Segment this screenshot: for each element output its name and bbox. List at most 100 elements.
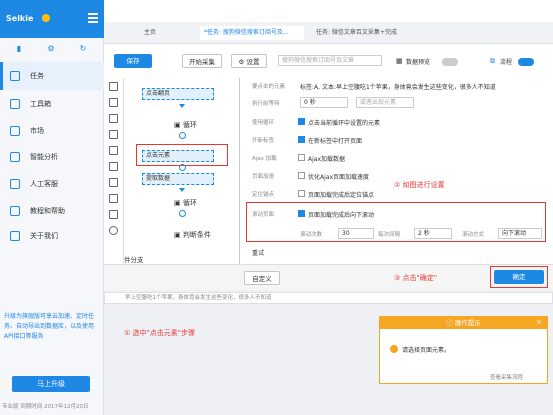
clipboard-icon[interactable]: ▮ (12, 44, 26, 58)
loop-start-icon (179, 210, 186, 217)
new-tab-label: 开新标签 (252, 138, 275, 144)
settings-panel: 要点击的元素 标签:A, 文本:早上空腹吃1个苹果，身体竟会发生这些变化，很多人… (244, 78, 549, 264)
tab-task-sogou[interactable]: *任务: 搜狗微信搜索订阅号及... (200, 26, 304, 40)
gear-icon[interactable]: ⚙ (44, 44, 58, 58)
sidebar: Selkie ▮ ⚙ ↻ 任务 工具箱 市场 智能分析 人工客服 教程和帮助 关… (0, 0, 104, 415)
tip-flow-link[interactable]: 查看采集流程 (490, 373, 523, 381)
flow-step-click-page[interactable]: 点击翻页 (142, 88, 214, 100)
anchor-label: 定位锚点 (252, 192, 275, 198)
loop-icon[interactable] (109, 162, 118, 171)
custom-button[interactable]: 自定义 (244, 271, 280, 285)
speed-label: 页面加速 (252, 174, 275, 180)
ok-button[interactable]: 确定 (494, 270, 544, 284)
tip-text: 请选择页面元素。 (402, 347, 451, 354)
flow-toggle[interactable] (518, 58, 534, 66)
promo-text: 升级为旗舰版可享云加速、定时任务、自动导出到数据库，以及使用API接口等服务 (4, 313, 95, 340)
scroll-mode-label: 滚动方式 (462, 232, 485, 238)
arrow-down-icon (179, 188, 185, 192)
sidebar-item-label: 关于我们 (30, 232, 58, 240)
upgrade-button[interactable]: 马上升级 (12, 376, 90, 392)
wait-element-input[interactable]: 或者出现元素 (356, 97, 414, 108)
scroll-label: 滚动页面 (252, 212, 275, 218)
close-icon[interactable]: × (536, 318, 542, 326)
tab-task-wechat[interactable]: 任务: 微信文章百文采集+完成 (312, 26, 432, 40)
menu-icon[interactable] (88, 13, 98, 23)
anchor-checkbox[interactable] (298, 190, 305, 197)
branch-label: 件分支 (124, 256, 144, 264)
brand-bar: Selkie (0, 0, 104, 38)
mouse-icon[interactable] (109, 194, 118, 203)
crown-icon (42, 14, 50, 22)
speed-checkbox[interactable] (298, 172, 305, 179)
tip-title: 操作提示 (454, 319, 481, 327)
interval-select[interactable]: 2 秒 (414, 228, 452, 239)
flow-panel: 点击翻页 ▣ 循环 点击元素 提取数据 ▣ 循环 ▣ 判断条件 件分支 (124, 78, 240, 268)
extract-icon[interactable] (109, 114, 118, 123)
tab-home[interactable]: 主页 (144, 26, 174, 40)
wait-select[interactable]: 0 秒 (300, 97, 348, 108)
toolbox-icon (10, 99, 20, 109)
task-icon (10, 71, 20, 81)
cursor-icon[interactable] (109, 210, 118, 219)
stop-icon[interactable] (109, 226, 118, 235)
sidebar-item-label: 工具箱 (30, 100, 51, 108)
scroll-times-label: 滚动次数 (300, 232, 323, 238)
flow-label: 流程 (500, 59, 513, 66)
chart-icon (10, 152, 20, 162)
refresh-icon[interactable]: ↻ (76, 44, 90, 58)
sidebar-item-label: 任务 (30, 72, 44, 80)
annotation-step-2: ② 如图进行设置 (394, 181, 445, 189)
sidebar-item-label: 教程和帮助 (30, 207, 65, 215)
warning-icon (390, 345, 398, 353)
use-loop-checkbox[interactable] (298, 118, 305, 125)
search-input[interactable]: 搜狗微信搜索订阅号及文章 (278, 55, 382, 66)
flow-step-extract[interactable]: 提取数据 (142, 173, 214, 185)
tip-header: ⓘ 操作提示 (380, 317, 547, 329)
info-icon: ⓘ (446, 319, 455, 327)
start-collect-button[interactable]: 开始采集 (182, 54, 222, 68)
sidebar-item-support[interactable]: 人工客服 (0, 170, 104, 198)
retry-section[interactable]: 重试 (252, 248, 264, 257)
loop-start-icon (179, 132, 186, 139)
flow-step-loop[interactable]: ▣ 循环 (174, 120, 197, 130)
sidebar-item-about[interactable]: 关于我们 (0, 222, 104, 250)
sidebar-item-task[interactable]: 任务 (0, 62, 104, 90)
market-icon (10, 126, 20, 136)
sidebar-item-analysis[interactable]: 智能分析 (0, 143, 104, 171)
flow-step-label: 循环 (182, 199, 197, 207)
sidebar-item-toolbox[interactable]: 工具箱 (0, 90, 104, 118)
toolbar: 保存 开始采集 ⚙ 设置 搜狗微信搜索订阅号及文章 ▦ 数据预览 ⧉ 流程 (104, 48, 553, 74)
settings-button[interactable]: ⚙ 设置 (231, 54, 267, 68)
bottom-bar: 自定义 ③ 点击"确定" 确定 (104, 264, 553, 290)
flow-step-click-element[interactable]: 点击元素 (142, 150, 214, 162)
new-tab-checkbox[interactable] (298, 136, 305, 143)
browser-icon[interactable] (109, 82, 118, 91)
app-name: Selkie (6, 14, 34, 23)
sidebar-item-market[interactable]: 市场 (0, 117, 104, 145)
ajax-checkbox[interactable] (298, 154, 305, 161)
save-button[interactable]: 保存 (114, 54, 152, 68)
scroll-checkbox[interactable] (298, 210, 305, 217)
scroll-mode-select[interactable]: 向下滚动 (498, 228, 542, 239)
branch-icon[interactable] (109, 178, 118, 187)
flow-step-loop-2[interactable]: ▣ 循环 (174, 198, 197, 208)
annotation-step-1: ① 选中"点击元素"步骤 (124, 329, 195, 337)
url-bar[interactable]: 早上空腹吃1个苹果，身体竟会发生这些变化，很多人不知道 (104, 292, 553, 304)
sidebar-item-label: 人工客服 (30, 180, 58, 188)
click-icon[interactable] (109, 98, 118, 107)
interval-label: 每次间隔 (378, 232, 401, 238)
ajax-text: Ajax加载数据 (308, 156, 345, 163)
flow-step-condition[interactable]: ▣ 判断条件 (174, 230, 211, 240)
connector-icon (179, 164, 186, 171)
edit-icon[interactable] (109, 130, 118, 139)
sidebar-item-help[interactable]: 教程和帮助 (0, 197, 104, 225)
annotation-step-3: ③ 点击"确定" (394, 274, 437, 282)
data-preview-toggle[interactable] (442, 58, 458, 66)
keyboard-icon[interactable] (109, 146, 118, 155)
scroll-times-input[interactable]: 30 (338, 228, 374, 239)
flow-tools (104, 78, 124, 268)
tab-bar: 主页 *任务: 搜狗微信搜索订阅号及... 任务: 微信文章百文采集+完成 (104, 22, 553, 44)
sidebar-item-label: 市场 (30, 127, 44, 135)
data-preview-label: 数据预览 (406, 59, 431, 66)
tip-popup: ⓘ 操作提示 × 请选择页面元素。 查看采集流程 (379, 316, 548, 384)
